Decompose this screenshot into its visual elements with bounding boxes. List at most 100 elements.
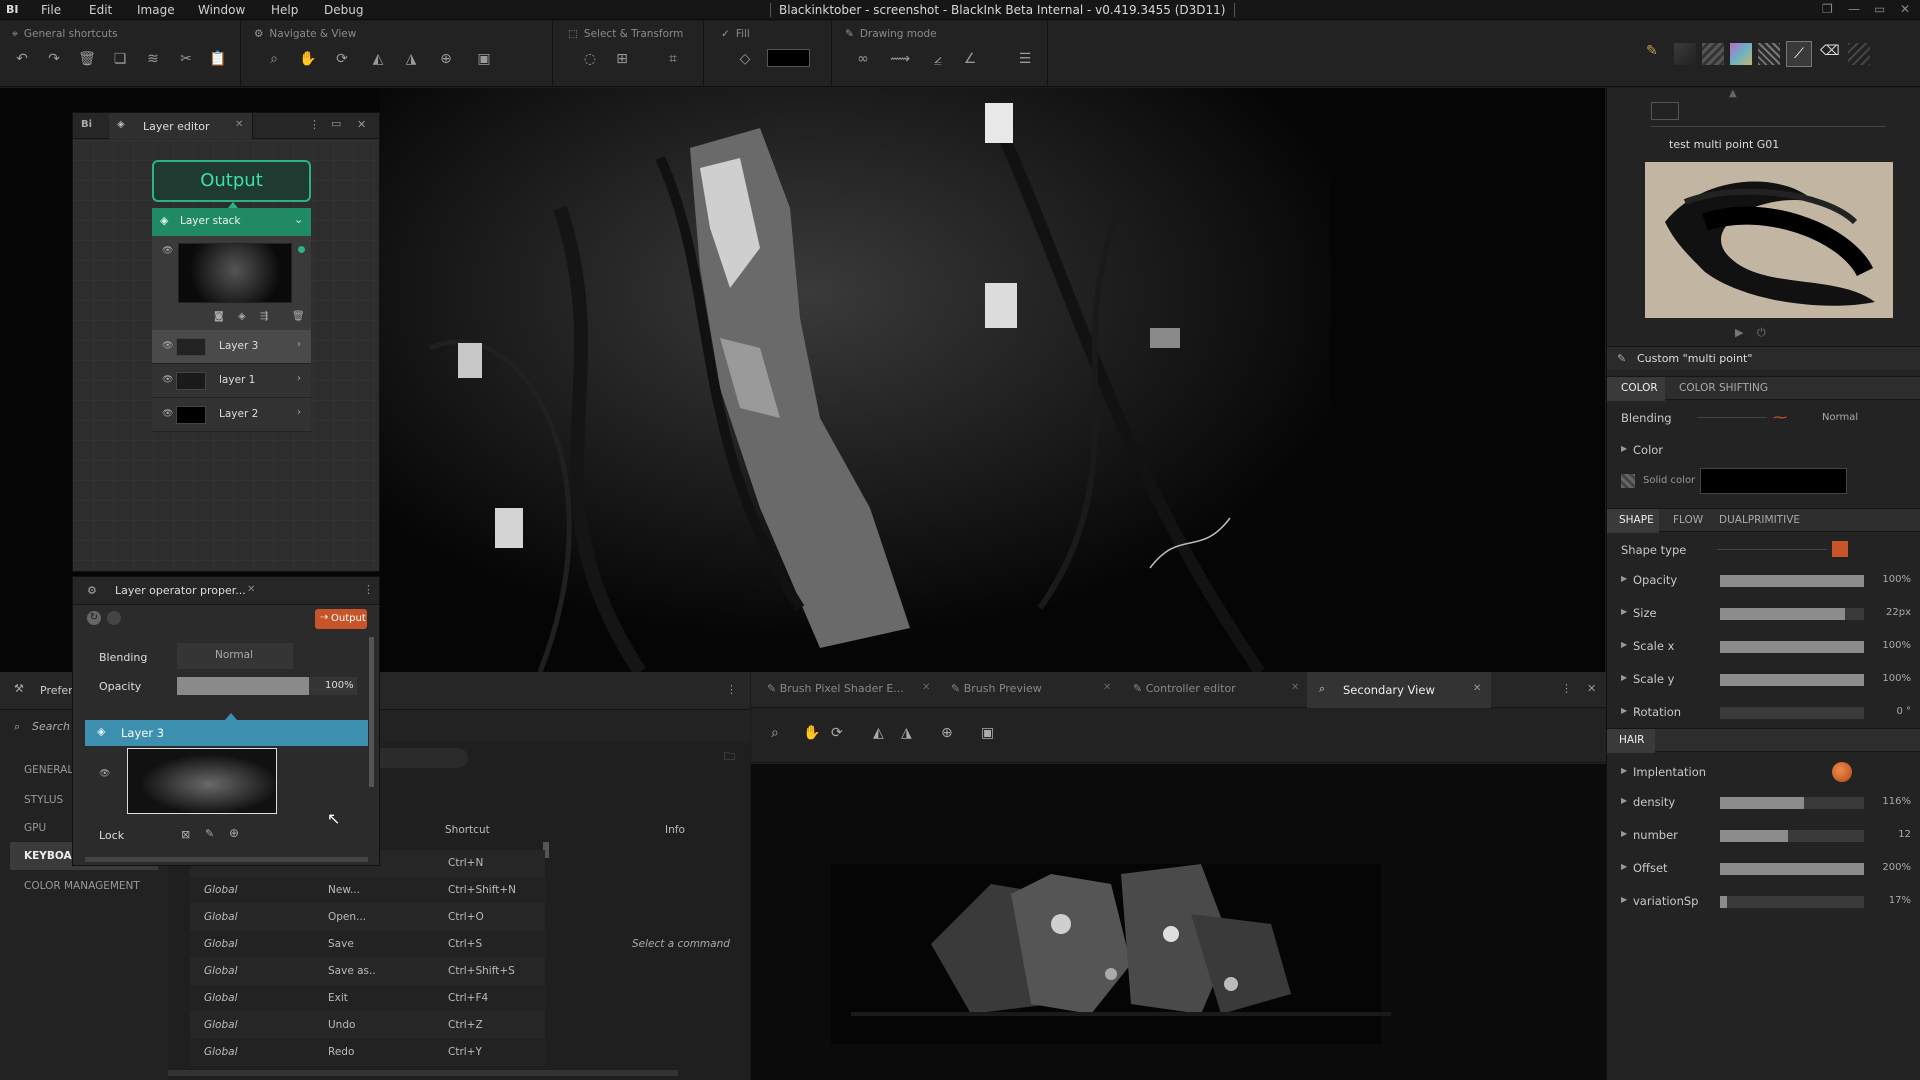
panel-scrollbar[interactable]: [369, 637, 374, 787]
opacity-slider[interactable]: 100%: [177, 677, 357, 695]
tab-hair[interactable]: HAIR: [1607, 729, 1655, 753]
close-icon[interactable]: ✕: [1900, 2, 1910, 16]
chevron-right-icon[interactable]: ›: [297, 373, 301, 384]
pref-nav-general[interactable]: GENERAL: [24, 764, 73, 776]
param-slider[interactable]: [1720, 608, 1864, 620]
maximize-panel-icon[interactable]: ▭: [331, 117, 341, 130]
merge-icon[interactable]: ⇶: [260, 311, 268, 322]
expand-icon[interactable]: ▶: [1621, 640, 1627, 649]
implementation-icon[interactable]: [1832, 762, 1852, 782]
param-slider[interactable]: [1720, 896, 1864, 908]
zoom-fit-icon[interactable]: ⊕: [434, 48, 458, 70]
list-icon[interactable]: ☰: [1013, 48, 1037, 70]
expand-icon[interactable]: ▶: [1621, 796, 1627, 805]
pref-nav-stylus[interactable]: STYLUS: [24, 794, 63, 806]
close-tab-icon[interactable]: ✕: [922, 682, 930, 693]
screen-icon[interactable]: ▣: [472, 48, 496, 70]
restore-icon[interactable]: ❐: [1822, 2, 1833, 16]
eraser-icon[interactable]: ⌫: [1820, 43, 1840, 59]
custom-brush-row[interactable]: ✎ Custom "multi point": [1607, 346, 1920, 370]
hand-icon[interactable]: ✋: [803, 725, 820, 741]
close-panel-icon[interactable]: ✕: [357, 118, 366, 131]
stroke-mode-icon[interactable]: ∞: [851, 48, 875, 70]
paste-icon[interactable]: 📋: [206, 48, 230, 70]
more-icon[interactable]: ⋮: [1561, 682, 1572, 695]
search-label[interactable]: Search: [32, 720, 70, 733]
crop-icon[interactable]: ⌗: [661, 48, 685, 70]
layers-icon[interactable]: ≋: [141, 48, 165, 70]
rotate-view-icon[interactable]: ⟳: [330, 48, 354, 70]
eye-icon[interactable]: 👁: [162, 375, 173, 385]
tab-flow[interactable]: FLOW: [1673, 514, 1703, 526]
menu-image[interactable]: Image: [137, 3, 175, 17]
expand-icon[interactable]: ▶: [1621, 706, 1627, 715]
table-row[interactable]: Global Exit Ctrl+F4: [190, 985, 545, 1012]
link-icon[interactable]: [107, 611, 121, 625]
menu-file[interactable]: File: [41, 3, 61, 17]
zoom-fit-icon[interactable]: ⊕: [941, 725, 953, 741]
power-icon[interactable]: ⏻: [1757, 326, 1766, 340]
param-slider[interactable]: [1720, 575, 1864, 587]
stroke-mode-2-icon[interactable]: ⟿: [888, 48, 912, 70]
expand-icon[interactable]: ▶: [1621, 673, 1627, 682]
fill-mode-icon[interactable]: ◇: [733, 48, 757, 70]
flip-vertical-icon[interactable]: ◮: [901, 725, 912, 741]
close-tab-icon[interactable]: ✕: [247, 584, 255, 595]
eye-icon[interactable]: 👁: [99, 769, 110, 779]
table-row[interactable]: Global New... Ctrl+Shift+N: [190, 877, 545, 904]
zoom-icon[interactable]: ⌕: [262, 48, 286, 70]
brush-preset-icon[interactable]: [1848, 43, 1870, 65]
param-slider[interactable]: [1720, 863, 1864, 875]
blending-select[interactable]: Normal: [177, 643, 293, 669]
table-row[interactable]: Global Redo Ctrl+Y: [190, 1039, 545, 1066]
delete-layer-icon[interactable]: 🗑: [292, 311, 305, 322]
tab-controller-editor[interactable]: ✎ Controller editor: [1133, 682, 1236, 695]
layer-header[interactable]: ◈ Layer 3: [85, 720, 368, 746]
lock-paint-icon[interactable]: ✎: [205, 827, 214, 840]
panel-hscrollbar[interactable]: [85, 857, 368, 862]
camera-icon[interactable]: ◙: [214, 311, 224, 322]
color-row[interactable]: ▶ Color: [1607, 436, 1920, 464]
eye-icon[interactable]: 👁: [162, 341, 173, 351]
chevron-down-icon[interactable]: ⌄: [294, 213, 303, 226]
close-tab-icon[interactable]: ✕: [1103, 682, 1111, 693]
layer-row[interactable]: 👁 Layer 3 ›: [152, 330, 311, 364]
close-panel-icon[interactable]: ✕: [1587, 682, 1596, 695]
layer-row[interactable]: 👁 Layer 2 ›: [152, 398, 311, 432]
collapse-icon[interactable]: ▲: [1729, 88, 1737, 99]
close-tab-icon[interactable]: ✕: [235, 119, 243, 130]
horizontal-scrollbar[interactable]: [168, 1070, 678, 1076]
param-slider[interactable]: [1720, 797, 1864, 809]
param-slider[interactable]: [1720, 707, 1864, 719]
tab-color-shifting[interactable]: COLOR SHIFTING: [1679, 382, 1768, 394]
maximize-icon[interactable]: ▭: [1874, 2, 1885, 16]
expand-icon[interactable]: ▶: [1621, 574, 1627, 583]
layer-row[interactable]: 👁 layer 1 ›: [152, 364, 311, 398]
trash-icon[interactable]: 🗑: [75, 48, 99, 70]
redo-icon[interactable]: ↷: [42, 48, 66, 70]
expand-icon[interactable]: ▶: [1621, 829, 1627, 838]
column-info[interactable]: Info: [665, 824, 685, 836]
brush-preset-icon[interactable]: [1730, 43, 1752, 65]
brush-preset-icon[interactable]: [1674, 43, 1696, 65]
lock-alpha-icon[interactable]: ⊠: [181, 828, 190, 841]
chevron-right-icon[interactable]: ›: [297, 407, 301, 418]
more-icon[interactable]: ⋮: [363, 583, 374, 596]
more-icon[interactable]: ⋮: [309, 118, 320, 131]
menu-help[interactable]: Help: [271, 3, 298, 17]
table-row[interactable]: Global Open... Ctrl+O: [190, 904, 545, 931]
minimize-icon[interactable]: —: [1848, 2, 1860, 16]
param-slider[interactable]: [1720, 674, 1864, 686]
chevron-right-icon[interactable]: ›: [297, 339, 301, 350]
expand-icon[interactable]: ▶: [1621, 895, 1627, 904]
flip-horizontal-icon[interactable]: ◭: [366, 48, 390, 70]
play-icon[interactable]: ▶: [1735, 326, 1743, 339]
blend-curve-icon[interactable]: ⁓: [1773, 410, 1787, 426]
output-node[interactable]: Output: [152, 160, 311, 202]
solid-color-swatch[interactable]: [1700, 468, 1847, 494]
copy-icon[interactable]: ❏: [108, 48, 132, 70]
tab-layer-editor[interactable]: ◈ Layer editor ✕: [109, 113, 253, 139]
param-slider[interactable]: [1720, 641, 1864, 653]
close-tab-icon[interactable]: ✕: [1473, 683, 1481, 694]
expand-icon[interactable]: ▶: [1621, 862, 1627, 871]
